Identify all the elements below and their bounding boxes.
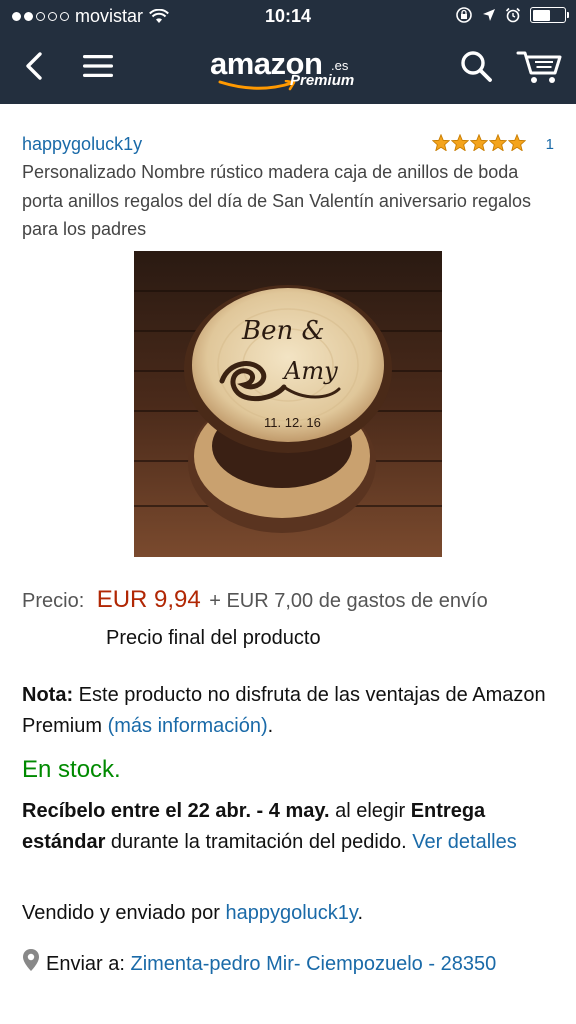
star-icon — [451, 134, 469, 151]
logo-premium: Premium — [290, 72, 355, 89]
menu-icon — [83, 55, 113, 77]
status-right — [455, 6, 569, 24]
back-chevron-icon — [26, 52, 42, 80]
premium-note: Nota: Este producto no disfruta de las v… — [22, 680, 556, 742]
app-header: movistar 10:14 amazon .es Premium — [0, 0, 576, 104]
cart-button[interactable] — [512, 46, 566, 86]
price-value: EUR 9,94 — [96, 586, 201, 613]
star-icon — [508, 134, 526, 151]
product-image[interactable]: Ben & Amy 11. 12. 16 — [134, 251, 442, 557]
alarm-icon — [505, 7, 521, 23]
note-text: Este producto no disfruta de las ventaja… — [22, 684, 546, 737]
amazon-smile-arrow-icon — [218, 80, 296, 91]
delivery-text-2: durante la tramitación del pedido. — [105, 831, 413, 853]
note-end: . — [267, 715, 274, 737]
stock-status: En stock. — [22, 756, 121, 783]
sold-by: Vendido y enviado por happygoluck1y. — [22, 898, 363, 929]
see-details-link[interactable]: Ver detalles — [412, 831, 517, 853]
seller-link[interactable]: happygoluck1y — [22, 134, 142, 154]
ship-to-label: Enviar a: — [46, 953, 131, 975]
logo-suffix: .es — [331, 58, 349, 73]
cart-icon — [516, 51, 562, 83]
location-arrow-icon — [483, 9, 495, 21]
delivery-dates: Recíbelo entre el 22 abr. - 4 may. — [22, 800, 330, 822]
sold-by-text: Vendido y enviado por — [22, 902, 226, 924]
star-icon — [432, 134, 450, 151]
price-label: Precio: — [22, 590, 85, 612]
engraving-names-line2: Amy — [282, 357, 338, 385]
amazon-premium-logo[interactable]: amazon .es Premium — [208, 44, 378, 94]
menu-button[interactable] — [76, 46, 120, 86]
product-title: Personalizado Nombre rústico madera caja… — [22, 162, 531, 239]
battery-icon — [530, 7, 569, 23]
search-icon — [461, 51, 492, 82]
engraving-names-line1: Ben & — [241, 316, 325, 346]
rating-stars[interactable] — [432, 134, 526, 151]
review-count[interactable]: 1 — [546, 136, 554, 153]
price-row: Precio: EUR 9,94 + EUR 7,00 de gastos de… — [22, 586, 562, 620]
sold-by-end: . — [357, 902, 364, 924]
final-price-note: Precio final del producto — [106, 627, 321, 649]
star-icon — [489, 134, 507, 151]
sold-by-seller-link[interactable]: happygoluck1y — [226, 902, 358, 924]
seller-rating-row: happygoluck1y 1 — [22, 134, 554, 158]
shipping-cost: + EUR 7,00 de gastos de envío — [209, 590, 488, 612]
delivery-text-1: al elegir — [329, 800, 411, 822]
ship-to: Enviar a: Zimenta-pedro Mir- Ciempozuelo… — [22, 948, 556, 980]
more-info-link[interactable]: (más información) — [108, 715, 268, 737]
navigation-bar: amazon .es Premium — [0, 34, 576, 104]
star-icon — [470, 134, 488, 151]
ship-to-address-link[interactable]: Zimenta-pedro Mir- Ciempozuelo - 28350 — [130, 953, 496, 975]
search-button[interactable] — [454, 46, 498, 86]
orientation-lock-icon — [456, 7, 472, 23]
note-label: Nota: — [22, 684, 74, 706]
engraving-date: 11. 12. 16 — [264, 415, 321, 430]
back-button[interactable] — [12, 46, 56, 86]
location-pin-icon — [23, 949, 39, 971]
status-bar: movistar 10:14 — [0, 0, 576, 34]
delivery-info: Recíbelo entre el 22 abr. - 4 may. al el… — [22, 796, 556, 858]
